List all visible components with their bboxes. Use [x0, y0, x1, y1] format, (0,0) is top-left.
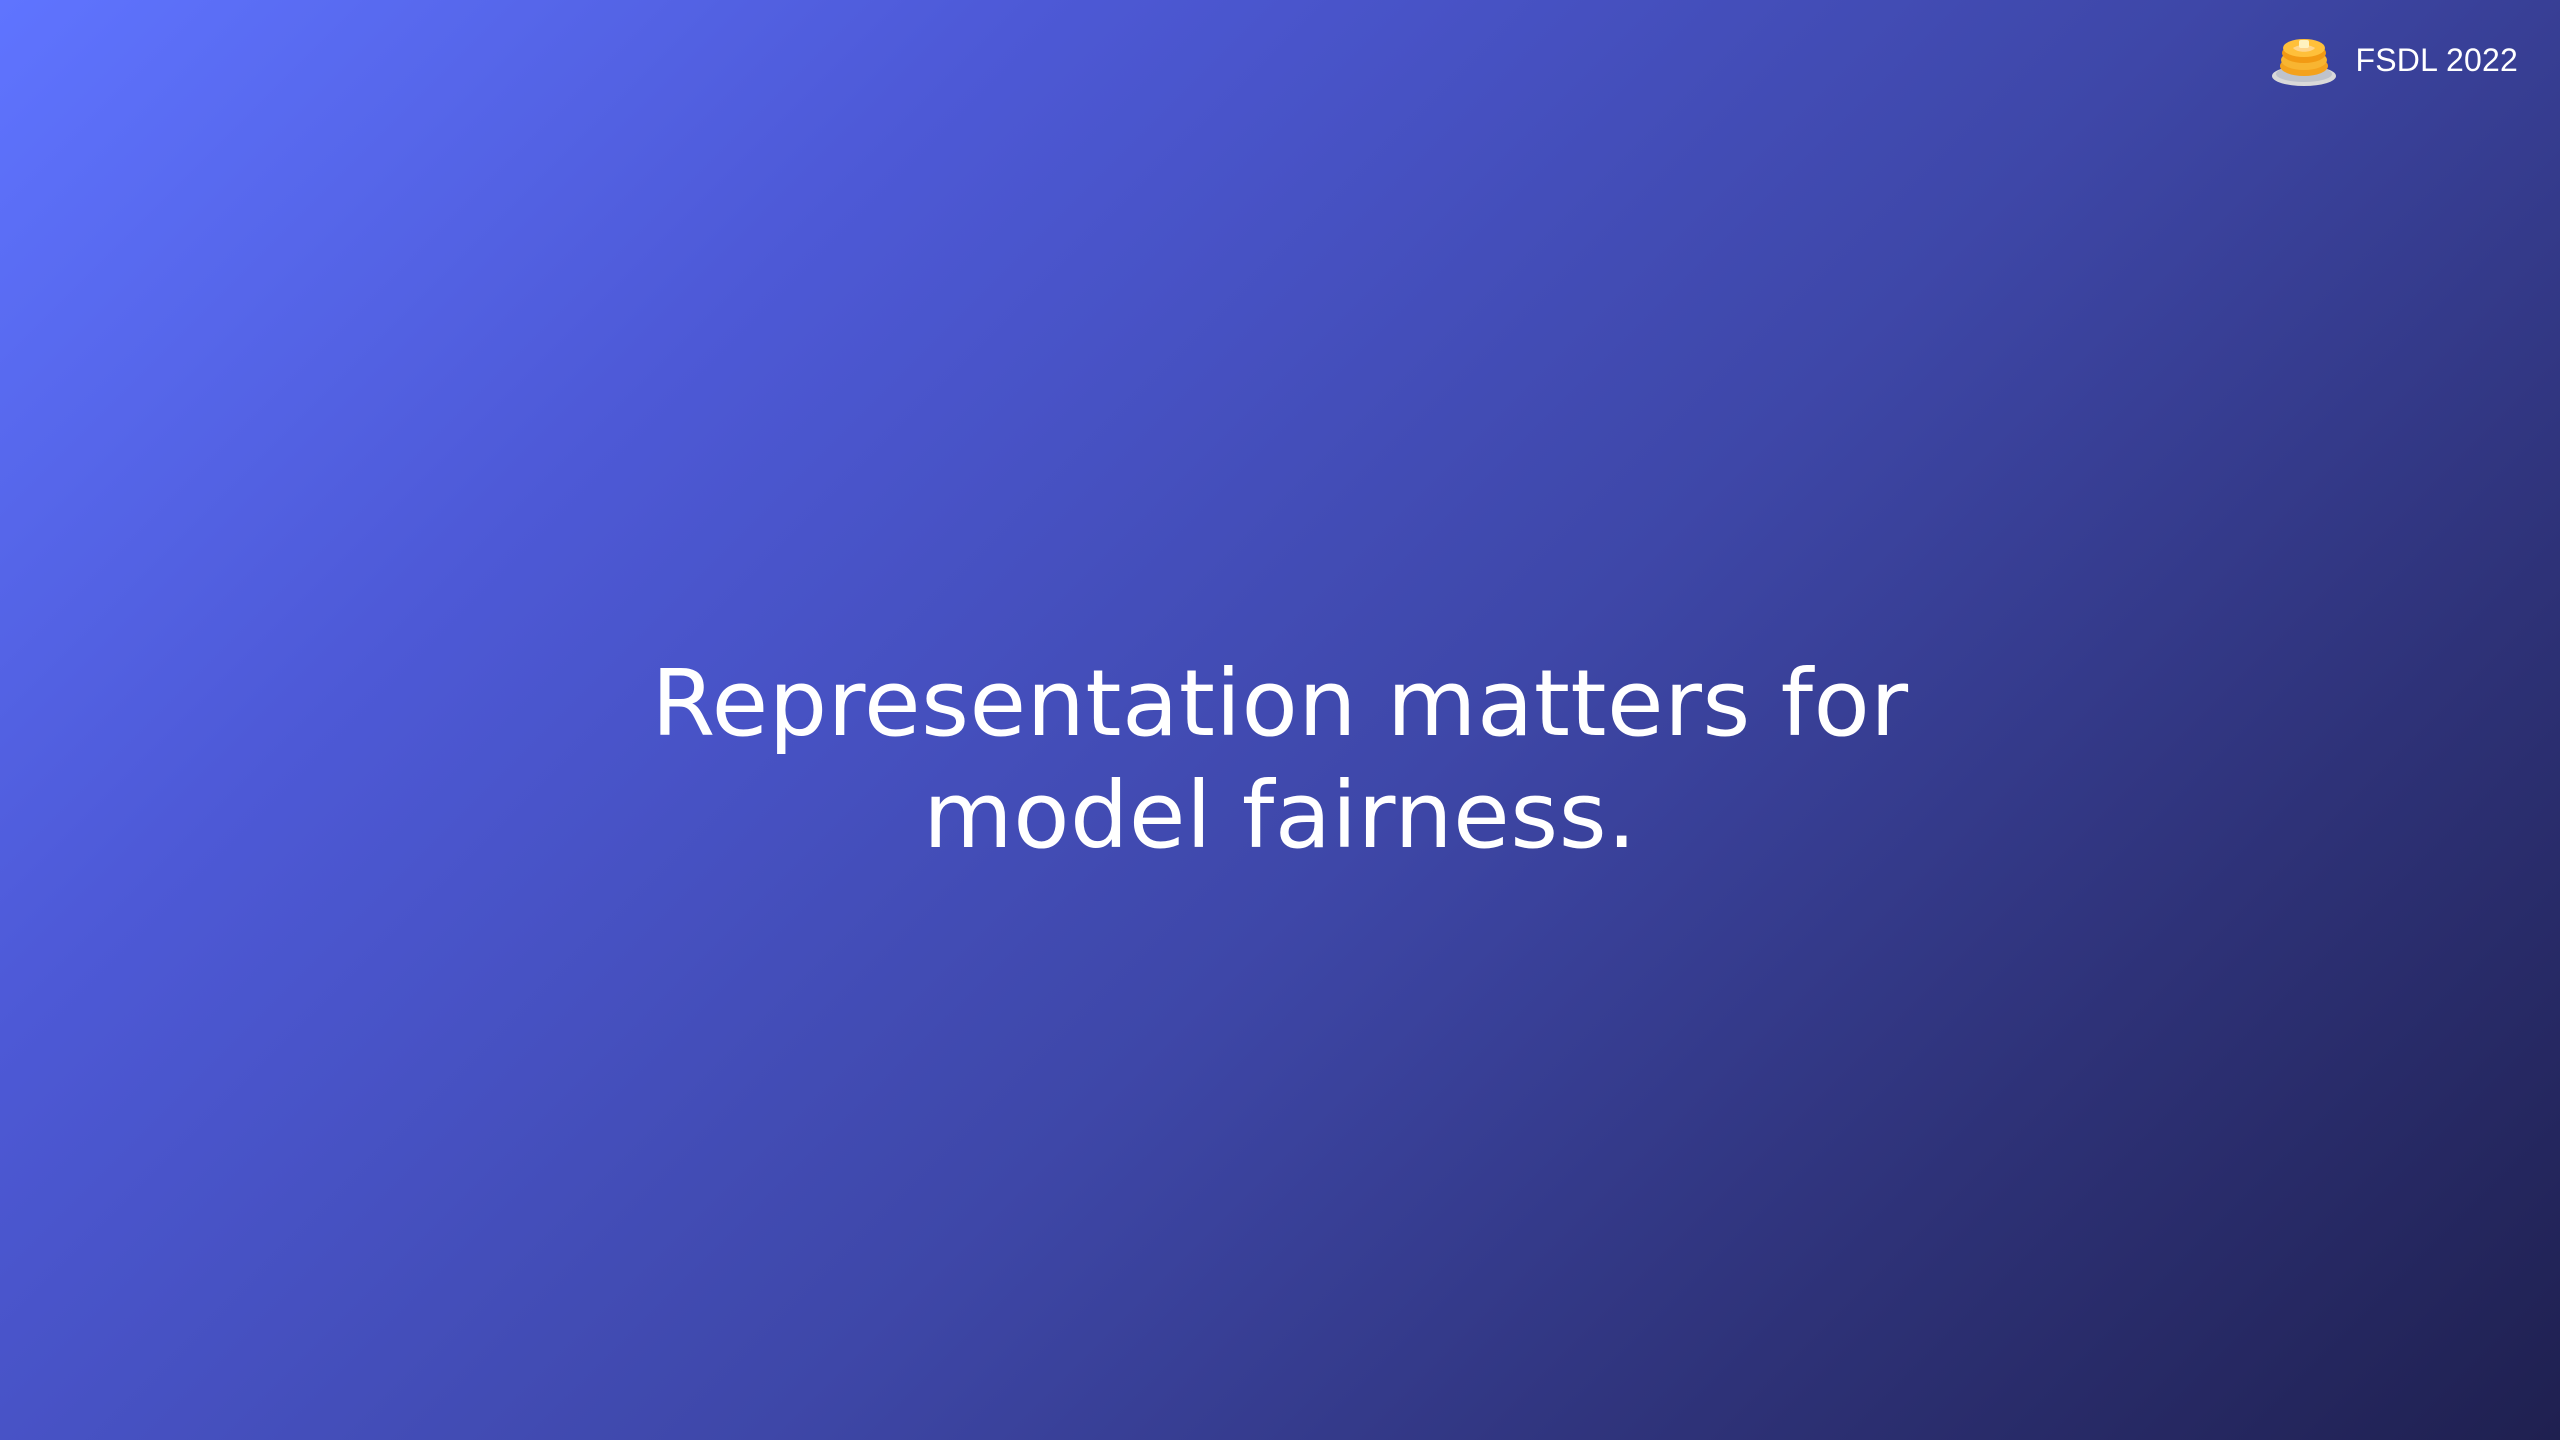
brand-header: FSDL 2022 [2268, 30, 2519, 90]
slide: FSDL 2022 Representation matters for mod… [0, 0, 2560, 1440]
course-label: FSDL 2022 [2355, 42, 2518, 78]
slide-title-line-2: model fairness. [923, 762, 1637, 869]
slide-title-line-1: Representation matters for [651, 650, 1909, 757]
slide-title: Representation matters for model fairnes… [240, 648, 2320, 872]
pancakes-icon [2271, 39, 2336, 86]
